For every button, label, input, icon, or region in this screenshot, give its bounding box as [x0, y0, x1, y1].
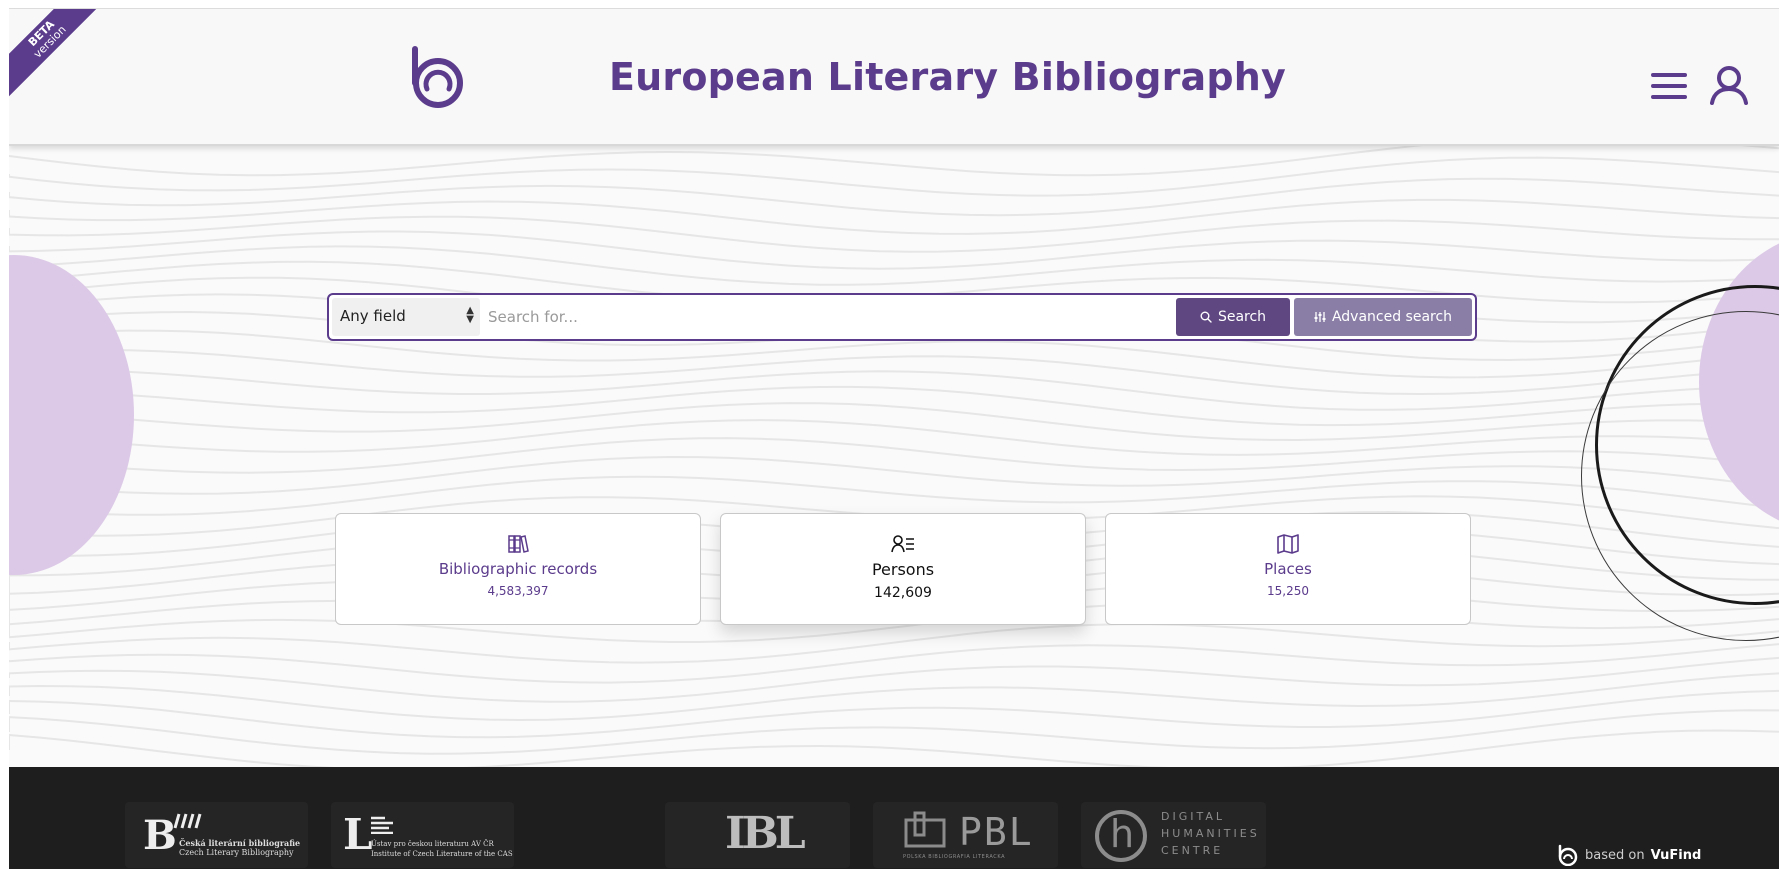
card-count: 15,250 [1267, 584, 1309, 598]
page-frame: BETA version European Literary Bibliogra… [9, 8, 1779, 869]
footer-logo-ibl[interactable]: IBL [665, 802, 850, 868]
clip-icon [904, 811, 946, 848]
beta-label: BETA [25, 17, 57, 49]
logo-line-1: Česká literární bibliografie [179, 838, 301, 848]
card-places[interactable]: Places 15,250 [1105, 513, 1471, 625]
hamburger-menu-icon[interactable] [1651, 71, 1687, 101]
wave-line [9, 437, 1779, 474]
site-title[interactable]: European Literary Bibliography [609, 55, 1286, 99]
based-on-label: based on [1585, 847, 1645, 863]
wave-line [9, 156, 1779, 197]
wave-line [9, 198, 1779, 235]
wave-line [9, 709, 1779, 755]
wave-line [9, 230, 1779, 270]
footer-logo-institute-czech-literature[interactable]: L Ústav pro českou literaturu AV ČR Inst… [331, 802, 514, 868]
wave-line [9, 475, 1779, 516]
logo-line-1: DIGITAL [1161, 810, 1226, 823]
card-bibliographic-records[interactable]: Bibliographic records 4,583,397 [335, 513, 701, 625]
footer-logo-digital-humanities-centre[interactable]: h DIGITAL HUMANITIES CENTRE [1081, 802, 1266, 868]
card-label: Places [1264, 560, 1312, 578]
logo-line-3: CENTRE [1161, 844, 1224, 857]
search-button[interactable]: Search [1176, 298, 1290, 336]
logo-text: PBL [959, 810, 1034, 854]
wave-line [9, 455, 1779, 495]
card-label: Bibliographic records [438, 560, 598, 578]
advanced-search-button[interactable]: Advanced search [1294, 298, 1472, 336]
vufind-logo-icon [1558, 844, 1578, 866]
logo-line-2: Czech Literary Bibliography [179, 848, 294, 857]
search-bar: Any field ▲▼ Search Advanced search [327, 293, 1477, 341]
map-icon [1277, 534, 1299, 554]
wave-line [9, 419, 1779, 456]
search-field-selected-value: Any field [340, 307, 406, 325]
footer-logo-czech-literary-bibliography[interactable]: B Česká literární bibliografie Czech Lit… [125, 802, 308, 868]
logo-line-1: Ústav pro českou literaturu AV ČR [371, 840, 494, 848]
logo-text: IBL [725, 808, 806, 859]
logo-letter: h [1110, 812, 1135, 856]
card-count: 142,609 [874, 585, 932, 601]
search-field-select[interactable]: Any field ▲ ▼ [332, 298, 480, 336]
site-footer: B Česká literární bibliografie Czech Lit… [9, 767, 1779, 869]
beta-ribbon: BETA version [9, 9, 110, 102]
card-persons[interactable]: Persons 142,609 [720, 513, 1086, 625]
persons-list-icon [891, 535, 914, 553]
sliders-icon [1314, 312, 1326, 322]
based-on-vufind[interactable]: based on VuFind [1557, 844, 1701, 866]
wave-line [9, 402, 1779, 442]
wave-line [9, 146, 1779, 177]
search-button-label: Search [1217, 309, 1267, 325]
books-icon [508, 535, 529, 553]
slashes-icon [173, 813, 202, 829]
magnifier-icon [1200, 311, 1212, 323]
select-arrows-icon: ▲ ▼ [466, 305, 474, 325]
advanced-search-label: Advanced search [1331, 309, 1453, 325]
wave-lines-background [9, 146, 1779, 771]
wave-line [9, 729, 1779, 771]
logo-subtext: POLSKA BIBLIOGRAFIA LITERACKA [903, 854, 1006, 860]
wave-line [9, 215, 1779, 253]
logo-line-2: HUMANITIES [1161, 827, 1260, 840]
logo-letter: B [143, 812, 177, 859]
footer-logo-pbl[interactable]: PBL POLSKA BIBLIOGRAFIA LITERACKA [873, 802, 1058, 868]
logo-line-2: Institute of Czech Literature of the CAS [371, 850, 513, 858]
site-logo-icon[interactable] [409, 45, 467, 109]
vufind-label: VuFind [1650, 847, 1702, 863]
card-count: 4,583,397 [487, 584, 549, 598]
user-account-icon[interactable] [1709, 65, 1749, 105]
card-label: Persons [871, 560, 935, 579]
search-input[interactable] [480, 298, 1176, 336]
site-header: BETA version European Literary Bibliogra… [9, 9, 1779, 146]
logo-letter: L [343, 810, 373, 859]
wave-line [9, 643, 1779, 684]
text-lines-icon [371, 816, 393, 834]
wave-line [9, 177, 1779, 217]
